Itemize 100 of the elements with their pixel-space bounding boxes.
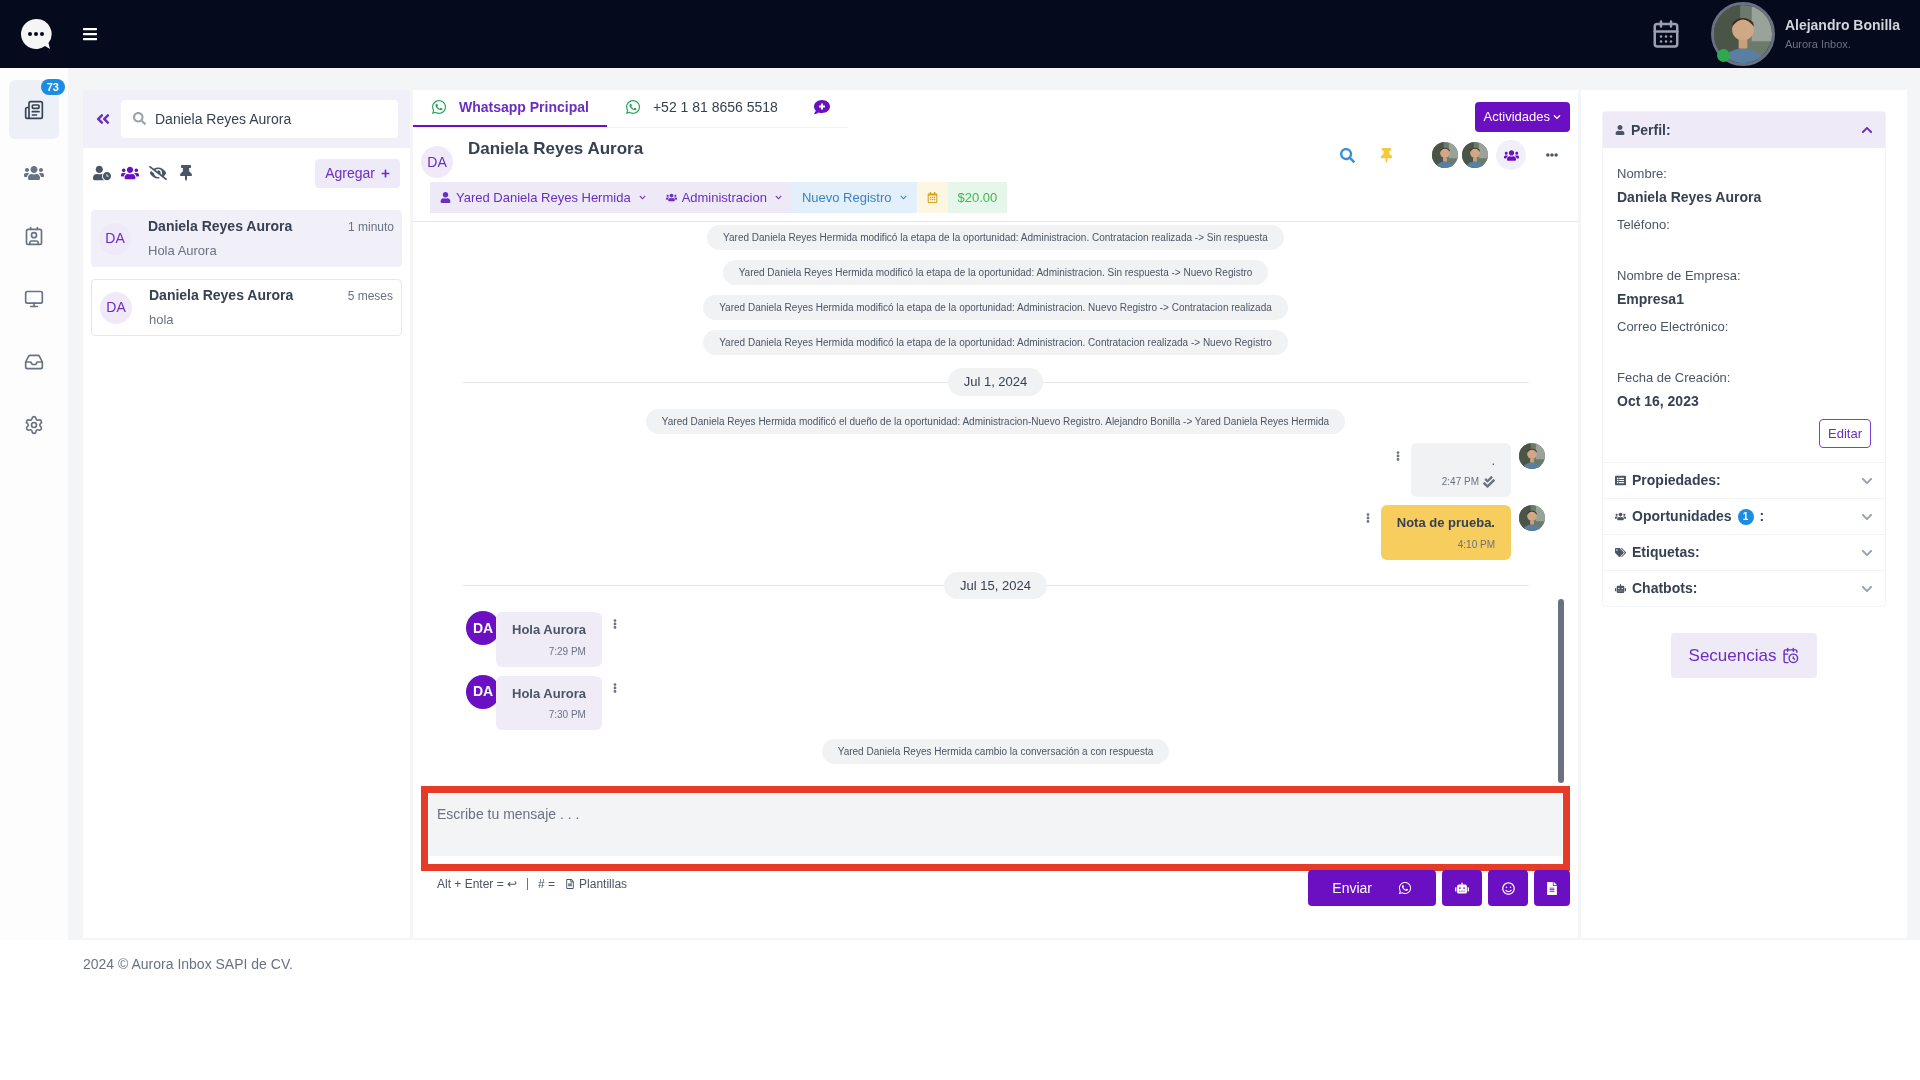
- section-title: Etiquetas:: [1632, 543, 1700, 562]
- search-icon[interactable]: [1340, 147, 1355, 163]
- message-text: Hola Aurora: [512, 621, 586, 639]
- field-label: Nombre de Empresa:: [1617, 267, 1742, 285]
- contact-card-icon: [24, 225, 44, 246]
- conversation-time: 5 meses: [347, 287, 393, 305]
- edit-button[interactable]: Editar: [1819, 419, 1871, 448]
- robot-icon: [1455, 881, 1469, 895]
- section-header[interactable]: Chatbots:: [1603, 570, 1885, 606]
- participants-button[interactable]: [1496, 140, 1526, 170]
- message-time: 4:10 PM: [1457, 537, 1495, 552]
- search-field[interactable]: Daniela Reyes Aurora: [121, 100, 398, 138]
- section-header[interactable]: Etiquetas:: [1603, 534, 1885, 570]
- eye-slash-icon[interactable]: [149, 165, 167, 181]
- chatbot-button[interactable]: [1442, 870, 1482, 906]
- people-icon[interactable]: [121, 165, 139, 181]
- date-chip: Jul 15, 2024: [944, 571, 1047, 599]
- field-label: Fecha de Creación:: [1617, 369, 1732, 387]
- contact-name: Daniela Reyes Aurora: [468, 138, 644, 160]
- field-label: Nombre:: [1617, 165, 1668, 183]
- field-value: Daniela Reyes Aurora: [1617, 187, 1763, 207]
- count-badge: 73: [40, 79, 65, 95]
- conversation-item[interactable]: DA Daniela Reyes Aurora 1 minuto Hola Aurora: [91, 210, 402, 267]
- people-icon: [665, 192, 677, 203]
- section-header[interactable]: Oportunidades 1 :: [1603, 498, 1885, 534]
- pin-icon[interactable]: [177, 165, 195, 181]
- avatar: DA: [100, 291, 132, 324]
- user-organization: Aurora Inbox.: [1784, 37, 1852, 53]
- whatsapp-icon: [624, 99, 641, 115]
- scrollbar[interactable]: [1558, 599, 1564, 783]
- chats-icon: [24, 99, 44, 120]
- calendar-icon[interactable]: [1650, 19, 1681, 49]
- tag-chip[interactable]: Yared Daniela Reyes Hermida: [430, 182, 656, 213]
- field-value: Oct 16, 2023: [1617, 391, 1700, 411]
- contact-name: Daniela Reyes Aurora: [148, 217, 293, 237]
- whatsapp-icon: [1398, 881, 1412, 895]
- people-icon: [1615, 511, 1626, 522]
- contact-name: Daniela Reyes Aurora: [149, 286, 294, 306]
- menu-icon[interactable]: [82, 26, 98, 42]
- chat-logo-icon: [20, 18, 52, 50]
- section-title: Chatbots:: [1632, 579, 1698, 598]
- tag-chip[interactable]: Nuevo Registro: [791, 182, 917, 213]
- field-label: Teléfono:: [1617, 216, 1671, 234]
- channel-tab[interactable]: Whatsapp Principal: [413, 89, 607, 127]
- tags-icon: [1615, 547, 1626, 558]
- avatar: DA: [421, 146, 453, 178]
- activity-message: Yared Daniela Reyes Hermida modificó la etapa de la oportunidad: Administracion. Nuevo Registro -> Contratacion realizada: [703, 295, 1288, 320]
- add-button[interactable]: Agregar: [315, 158, 400, 188]
- tag-chip[interactable]: Administracion: [655, 182, 792, 213]
- section-title: Propiedades:: [1632, 471, 1721, 490]
- channel-tab[interactable]: +52 1 81 8656 5518: [606, 89, 796, 127]
- shortcut-hint: Alt + Enter = ↩: [437, 876, 518, 893]
- templates-hint: # =: [538, 876, 556, 893]
- smile-icon: [1501, 881, 1515, 895]
- robot-icon: [1615, 583, 1626, 594]
- count-badge: 1: [1737, 508, 1754, 525]
- calendar-clock-icon: [1782, 647, 1800, 664]
- document-icon: [565, 879, 576, 889]
- message-text: Hola Aurora: [512, 684, 586, 703]
- activity-message: Yared Daniela Reyes Hermida modificó la etapa de la oportunidad: Administracion. Sin respuesta -> Nuevo Registro: [722, 260, 1269, 285]
- user-clock-icon[interactable]: [93, 165, 111, 181]
- section-title: Oportunidades: [1632, 507, 1732, 526]
- profile-header[interactable]: Perfil:: [1603, 112, 1885, 148]
- calendar-icon: [926, 192, 938, 203]
- message-time: 7:29 PM: [548, 644, 586, 659]
- people-icon: [1503, 147, 1519, 163]
- activity-message: Yared Daniela Reyes Hermida modificó la etapa de la oportunidad: Administracion. Contratacion realizada -> Sin respuesta: [707, 225, 1284, 250]
- new-chat-icon: [813, 99, 830, 115]
- search-icon: [133, 112, 146, 125]
- list-icon: [1615, 475, 1626, 486]
- message-text: Nota de prueba.: [1396, 514, 1495, 532]
- message-field[interactable]: Escribe tu mensaje . . .: [429, 794, 1562, 856]
- section-header[interactable]: Propiedades:: [1603, 462, 1885, 498]
- section-title-colon: :: [1759, 507, 1765, 526]
- sequences-button[interactable]: Secuencias: [1670, 633, 1818, 678]
- caret-icon: [1553, 113, 1561, 121]
- field-value: Empresa1: [1617, 289, 1685, 309]
- emoji-button[interactable]: [1488, 870, 1528, 906]
- date-chip: Jul 1, 2024: [947, 368, 1044, 396]
- nav-item[interactable]: [9, 80, 59, 139]
- user-icon: [1615, 125, 1625, 135]
- whatsapp-icon: [431, 99, 447, 115]
- file-button[interactable]: [1534, 870, 1570, 906]
- caret-icon: [899, 194, 907, 201]
- templates-link[interactable]: Plantillas: [579, 875, 628, 893]
- chevron-up-icon: [1861, 124, 1873, 136]
- collapse-icon[interactable]: [95, 111, 111, 127]
- field-label: Correo Electrónico:: [1617, 318, 1730, 336]
- message-preview: Hola Aurora: [148, 242, 218, 261]
- caret-icon: [774, 194, 782, 201]
- section-title: Perfil:: [1631, 120, 1671, 140]
- conversation-time: 1 minuto: [347, 218, 394, 236]
- activity-message: Yared Daniela Reyes Hermida modificó el dueño de la oportunidad: Administracion-Nuevo Registro. Alejandro Bonilla -> Yared Daniela Reyes Hermida: [645, 408, 1346, 434]
- settings-icon: [24, 414, 44, 435]
- activities-button[interactable]: Actividades: [1474, 102, 1570, 132]
- activity-message: Yared Daniela Reyes Hermida cambio la conversación a con respuesta: [821, 739, 1170, 764]
- conversation-item[interactable]: DA Daniela Reyes Aurora 5 meses hola: [91, 279, 402, 336]
- send-button[interactable]: Enviar: [1308, 870, 1436, 906]
- message-time: 7:30 PM: [548, 708, 586, 722]
- user-icon: [440, 192, 451, 203]
